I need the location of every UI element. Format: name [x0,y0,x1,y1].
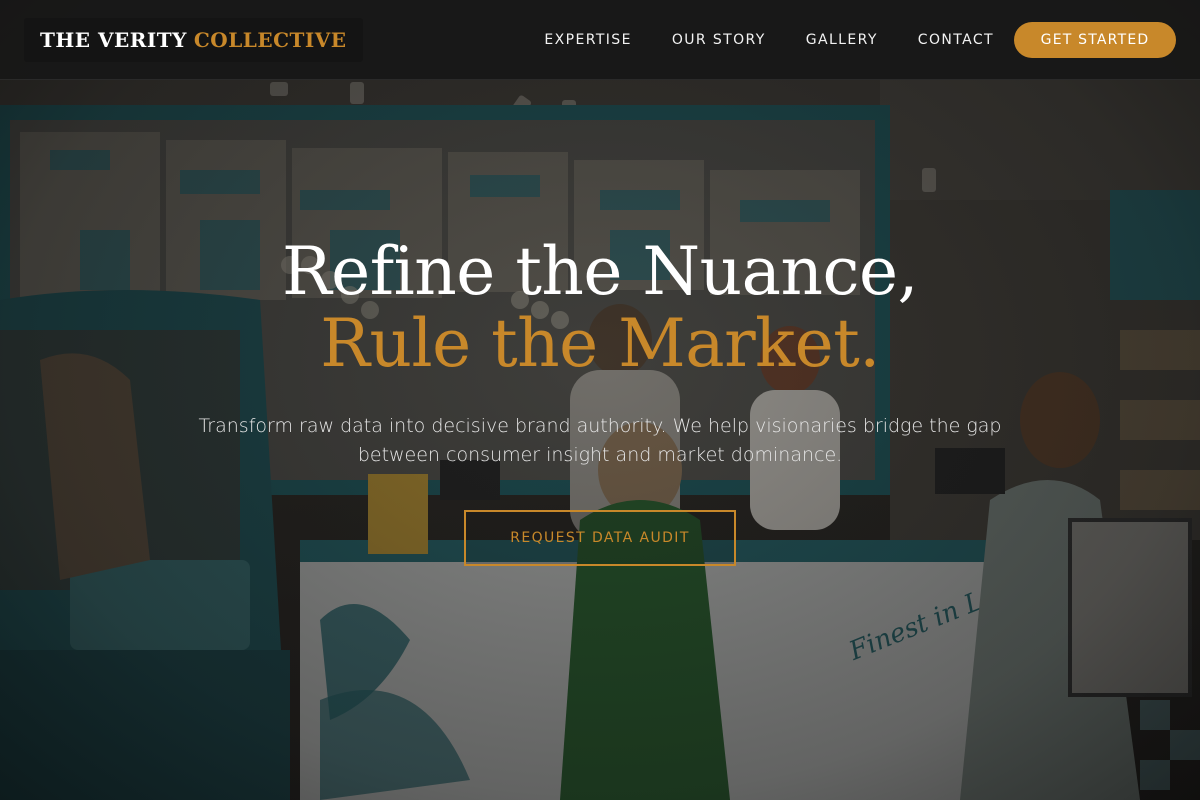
request-data-audit-button[interactable]: REQUEST DATA AUDIT [464,510,736,566]
page: Finest in London! [0,0,1200,800]
hero-section: Refine the Nuance, Rule the Market. Tran… [0,236,1200,566]
get-started-button[interactable]: GET STARTED [1014,22,1176,58]
brand-name-accent: COLLECTIVE [193,28,347,52]
nav-link-our-story[interactable]: OUR STORY [672,32,766,48]
nav-link-expertise[interactable]: EXPERTISE [544,32,631,48]
hero-title-line-1: Refine the Nuance, [281,233,919,310]
hero-title: Refine the Nuance, Rule the Market. [0,236,1200,380]
nav-link-gallery[interactable]: GALLERY [806,32,878,48]
nav-link-contact[interactable]: CONTACT [918,32,994,48]
site-header: THE VERITY COLLECTIVE EXPERTISE OUR STOR… [0,0,1200,80]
brand-logo[interactable]: THE VERITY COLLECTIVE [24,18,363,62]
brand-name-main: THE VERITY [40,28,187,52]
main-nav: EXPERTISE OUR STORY GALLERY CONTACT [504,0,994,80]
hero-subtitle: Transform raw data into decisive brand a… [198,415,1002,466]
hero-title-line-2: Rule the Market. [320,305,880,382]
